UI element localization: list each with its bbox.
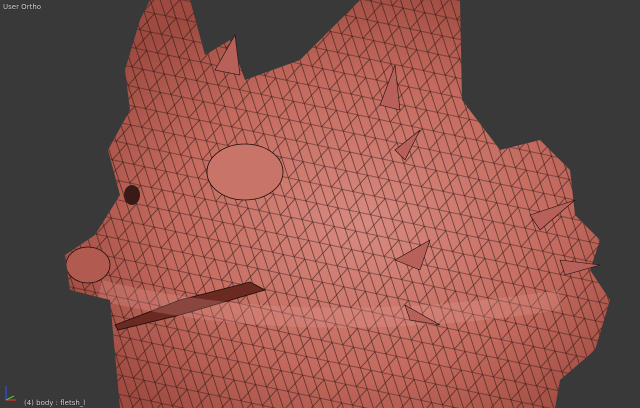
mesh-head — [65, 0, 610, 408]
mesh-eye-lid — [206, 143, 284, 201]
axis-gizmo-icon — [5, 386, 16, 401]
mesh-nose — [65, 246, 111, 284]
3d-viewport[interactable] — [0, 0, 640, 408]
object-info-label: (4) body : fletsh_l — [24, 399, 86, 407]
mesh-eye — [124, 185, 140, 205]
view-name-label: User Ortho — [3, 3, 42, 11]
